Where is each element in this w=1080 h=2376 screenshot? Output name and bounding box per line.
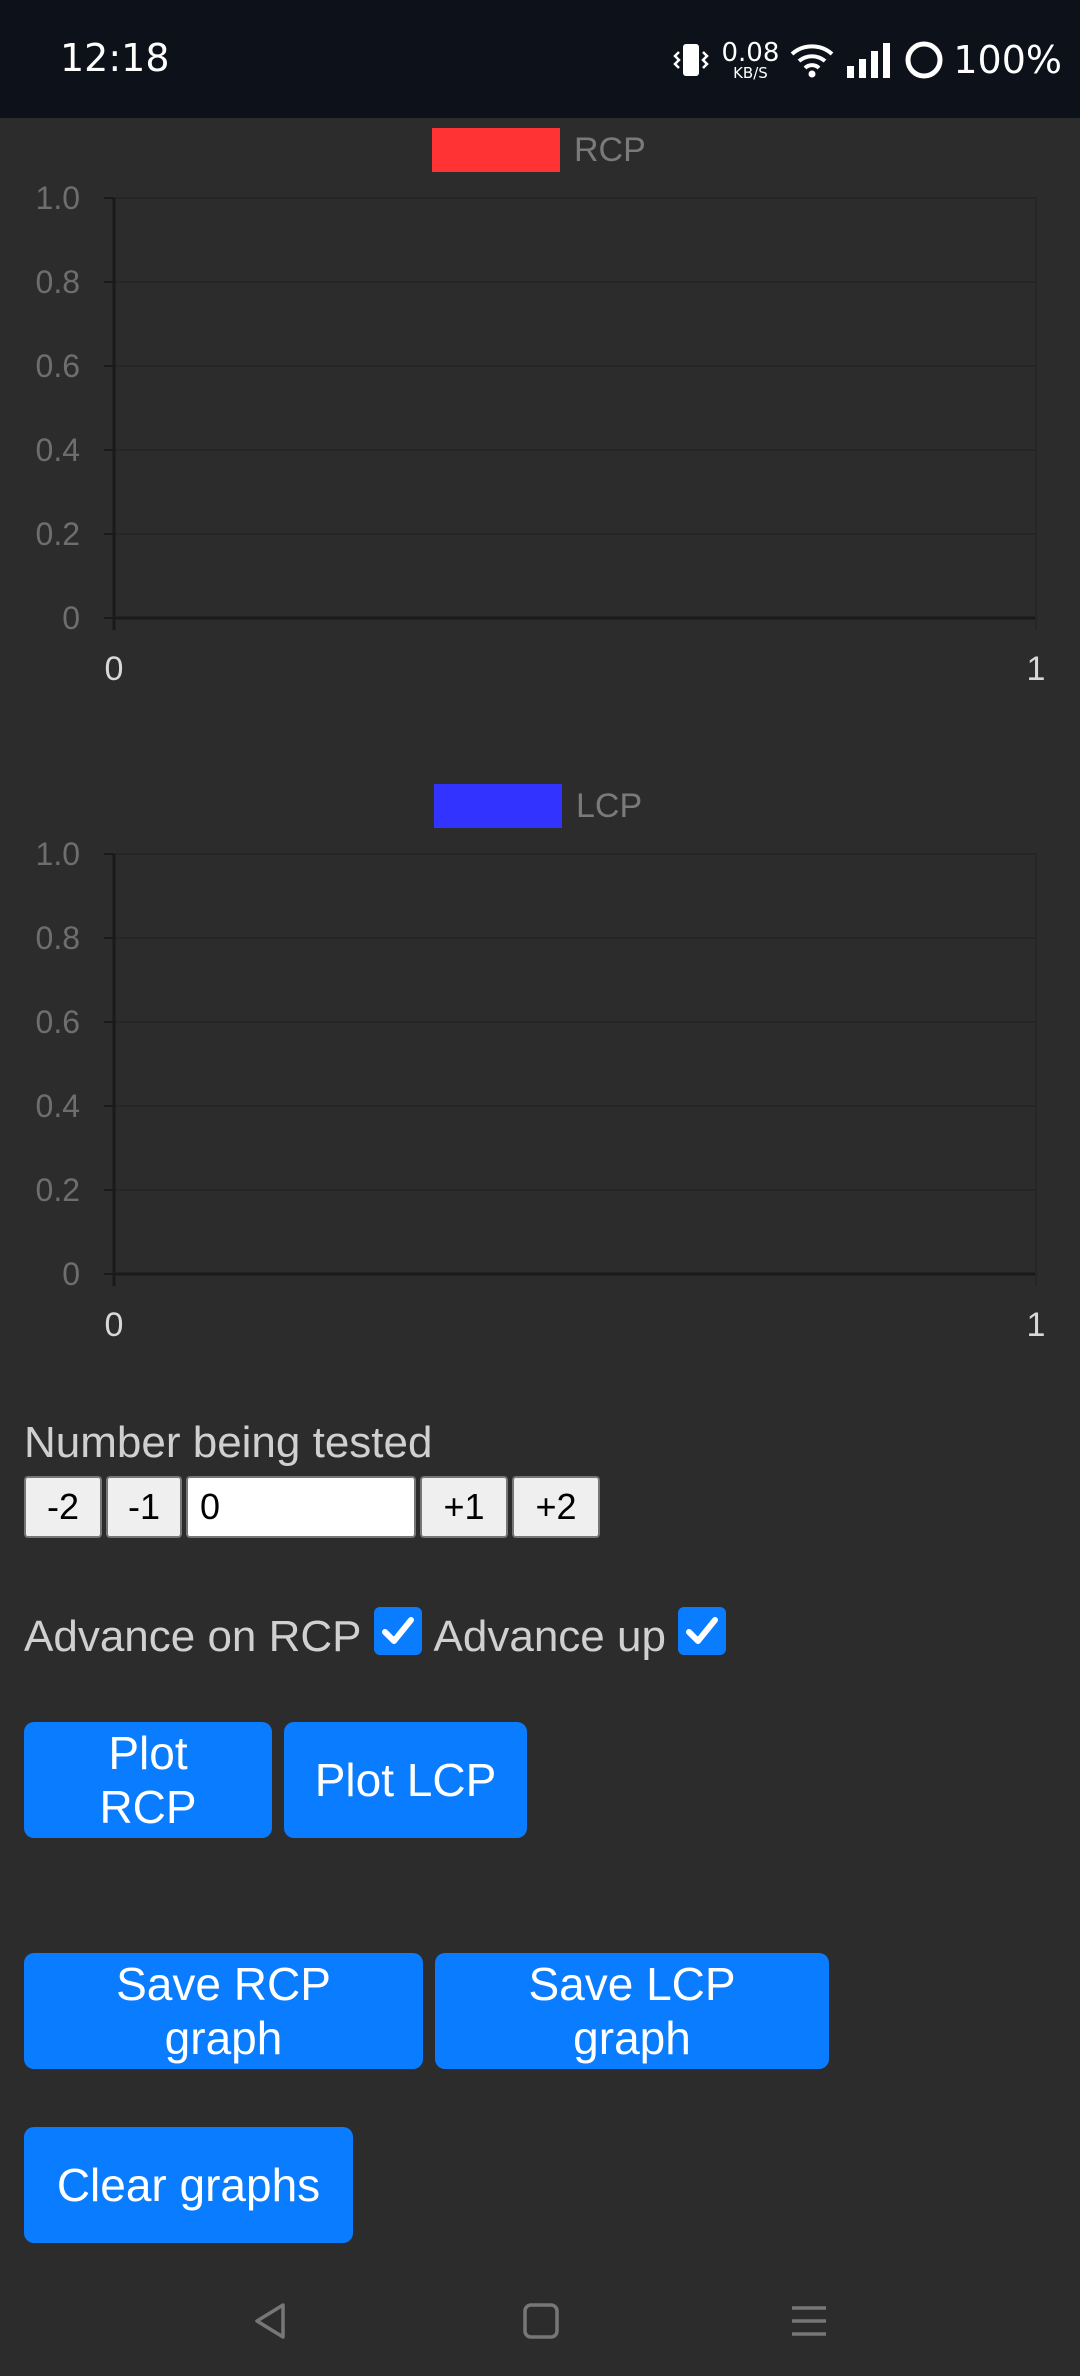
- y-tick-label: 0.2: [36, 516, 80, 552]
- advance-on-rcp-checkbox[interactable]: [373, 1607, 422, 1655]
- home-icon[interactable]: [516, 2296, 566, 2346]
- clear-buttons: Clear graphs: [24, 2127, 365, 2243]
- plot-lcp-button[interactable]: Plot LCP: [284, 1722, 527, 1838]
- y-tick-label: 0.2: [36, 1172, 80, 1208]
- checkmark-icon: [685, 1617, 718, 1644]
- rcp-chart-plot: 1.0 0.8 0.6 0.4 0.2 00 1: [36, 180, 1046, 688]
- y-tick-label: 0: [62, 1256, 80, 1292]
- y-tick-label: 0.8: [36, 920, 80, 956]
- number-input[interactable]: [186, 1476, 416, 1538]
- y-tick-label: 0.4: [36, 432, 80, 468]
- save-rcp-graph-button[interactable]: Save RCP graph: [24, 1953, 423, 2069]
- advance-on-rcp-label: Advance on RCP: [24, 1612, 362, 1661]
- y-tick-label: 0.6: [36, 1004, 80, 1040]
- y-tick-label: 0.6: [36, 348, 80, 384]
- advance-options: Advance on RCP Advance up: [24, 1602, 738, 1672]
- plus-one-button[interactable]: +1: [420, 1476, 508, 1538]
- battery-percent: 100%: [953, 38, 1062, 82]
- signal-icon: [845, 40, 893, 80]
- wifi-icon: [789, 40, 835, 80]
- x-tick-label: 1: [1027, 1306, 1046, 1344]
- x-tick-label: 0: [105, 650, 124, 688]
- advance-up-label: Advance up: [433, 1612, 666, 1661]
- clear-graphs-button[interactable]: Clear graphs: [24, 2127, 353, 2243]
- status-icons: 0.08 KB/S 100%: [661, 30, 1062, 90]
- vibrate-icon: [671, 40, 711, 80]
- minus-two-button[interactable]: -2: [24, 1476, 102, 1538]
- plot-buttons: Plot RCP Plot LCP: [24, 1722, 539, 1838]
- y-tick-label: 0.4: [36, 1088, 80, 1124]
- save-lcp-graph-button[interactable]: Save LCP graph: [435, 1953, 829, 2069]
- plus-two-button[interactable]: +2: [512, 1476, 600, 1538]
- back-icon[interactable]: [246, 2296, 296, 2346]
- status-bar: 12:18 0.08 KB/S 100%: [0, 0, 1080, 118]
- save-buttons: Save RCP graph Save LCP graph: [24, 1953, 841, 2069]
- checkmark-icon: [381, 1617, 414, 1644]
- y-tick-label: 0: [62, 600, 80, 636]
- lcp-chart: LCP 1.0 0.8 0.6 0.4 0.2 0 0 1: [0, 774, 1080, 1354]
- advance-up-checkbox[interactable]: [677, 1607, 726, 1655]
- plot-rcp-button[interactable]: Plot RCP: [24, 1722, 272, 1838]
- status-time: 12:18: [60, 36, 170, 80]
- net-speed: 0.08 KB/S: [721, 40, 779, 81]
- navigation-bar: [0, 2266, 1080, 2376]
- y-tick-label: 1.0: [36, 836, 80, 872]
- y-tick-label: 0.8: [36, 264, 80, 300]
- rcp-chart: RCP 1.0 0.8 0.6 0.4 0.2 0 0 1: [0, 118, 1080, 698]
- x-tick-label: 1: [1027, 650, 1046, 688]
- net-speed-unit: KB/S: [733, 63, 768, 82]
- lcp-chart-plot: 1.0 0.8 0.6 0.4 0.2 00 1: [36, 836, 1046, 1344]
- battery-ring-icon: [903, 39, 945, 81]
- number-label: Number being tested: [24, 1418, 433, 1467]
- minus-one-button[interactable]: -1: [106, 1476, 182, 1538]
- number-stepper: -2 -1 +1 +2: [24, 1476, 604, 1538]
- menu-icon[interactable]: [784, 2296, 834, 2346]
- y-tick-label: 1.0: [36, 180, 80, 216]
- net-speed-value: 0.08: [721, 37, 780, 68]
- x-tick-label: 0: [105, 1306, 124, 1344]
